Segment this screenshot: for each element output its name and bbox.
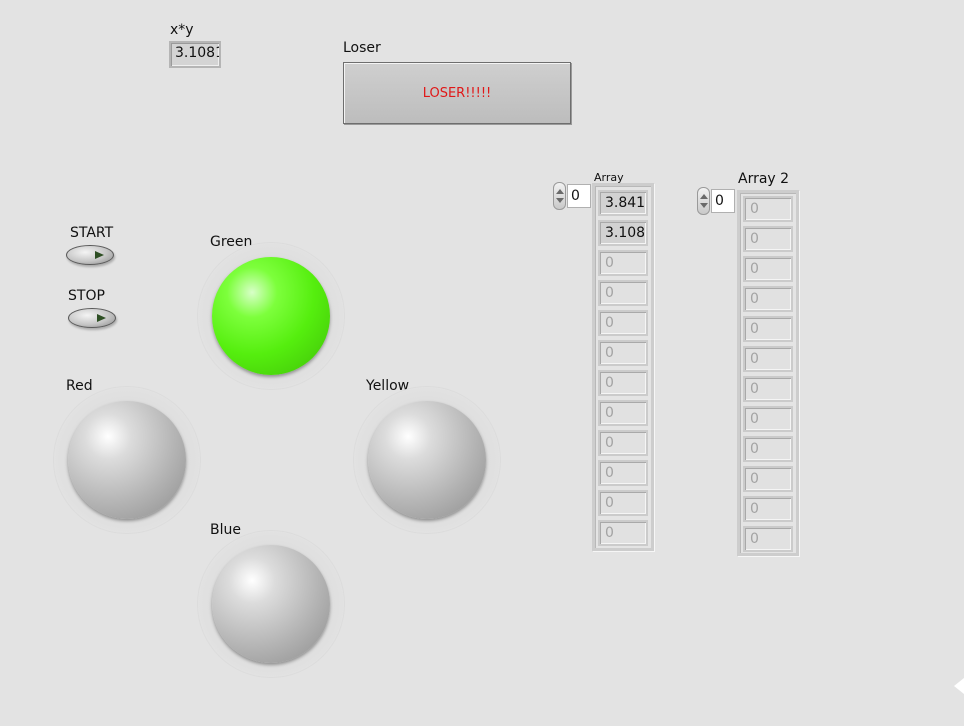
array-2-index-control[interactable]: 0 bbox=[697, 187, 737, 217]
yellow-led-lamp bbox=[368, 401, 486, 519]
stop-label: STOP bbox=[68, 288, 105, 304]
array-element: 0 bbox=[743, 376, 793, 402]
array-element: 0 bbox=[743, 316, 793, 342]
decrement-arrow-icon[interactable] bbox=[700, 203, 708, 208]
array-element: 0 bbox=[598, 370, 648, 396]
array-element: 3.1081 bbox=[598, 220, 648, 246]
arrow-right-icon bbox=[95, 251, 104, 259]
increment-arrow-icon[interactable] bbox=[700, 194, 708, 199]
red-led-lamp bbox=[68, 401, 186, 519]
array-element: 0 bbox=[598, 250, 648, 276]
array-element: 0 bbox=[598, 400, 648, 426]
array-element: 0 bbox=[743, 256, 793, 282]
array-index-value[interactable]: 0 bbox=[567, 184, 591, 208]
decrement-arrow-icon[interactable] bbox=[556, 198, 564, 203]
array-element: 0 bbox=[598, 430, 648, 456]
array-element: 0 bbox=[743, 346, 793, 372]
blue-led-lamp bbox=[212, 545, 330, 663]
array-element: 0 bbox=[743, 406, 793, 432]
index-spinner[interactable] bbox=[697, 187, 710, 215]
start-switch[interactable] bbox=[66, 245, 114, 265]
red-led bbox=[54, 387, 200, 533]
resize-handle-icon[interactable] bbox=[954, 678, 964, 694]
xy-label: x*y bbox=[170, 22, 194, 38]
array-2-index-value[interactable]: 0 bbox=[711, 189, 735, 213]
index-spinner[interactable] bbox=[553, 182, 566, 210]
green-led-lamp bbox=[212, 257, 330, 375]
xy-indicator: 3.1081 bbox=[169, 41, 221, 68]
loser-indicator: LOSER!!!!! bbox=[343, 62, 571, 124]
green-led bbox=[198, 243, 344, 389]
array-element: 0 bbox=[598, 280, 648, 306]
start-label: START bbox=[70, 225, 114, 241]
array-element: 0 bbox=[743, 466, 793, 492]
increment-arrow-icon[interactable] bbox=[556, 189, 564, 194]
array-element: 0 bbox=[743, 286, 793, 312]
array-element: 0 bbox=[743, 526, 793, 552]
array-element: 0 bbox=[598, 490, 648, 516]
loser-label: Loser bbox=[343, 40, 381, 56]
array-element: 3.8415 bbox=[598, 190, 648, 216]
yellow-led bbox=[354, 387, 500, 533]
arrow-right-icon bbox=[97, 314, 106, 322]
loser-text: LOSER!!!!! bbox=[422, 85, 492, 101]
array-element: 0 bbox=[598, 520, 648, 546]
array-element: 0 bbox=[743, 496, 793, 522]
array-element: 0 bbox=[743, 196, 793, 222]
array-element: 0 bbox=[598, 310, 648, 336]
stop-switch[interactable] bbox=[68, 308, 116, 328]
array-2: 0 0 0 0 0 0 0 0 0 0 0 0 bbox=[737, 190, 799, 556]
blue-led bbox=[198, 531, 344, 677]
array-element: 0 bbox=[743, 436, 793, 462]
array-element: 0 bbox=[743, 226, 793, 252]
blue-led-label: Blue bbox=[210, 522, 241, 538]
array-2-label: Array 2 bbox=[738, 171, 790, 187]
red-led-label: Red bbox=[66, 378, 93, 394]
array-element: 0 bbox=[598, 340, 648, 366]
array-element: 0 bbox=[598, 460, 648, 486]
array-1: 3.8415 3.1081 0 0 0 0 0 0 0 0 0 0 bbox=[592, 183, 654, 551]
array-index-control[interactable]: 0 bbox=[553, 182, 593, 212]
